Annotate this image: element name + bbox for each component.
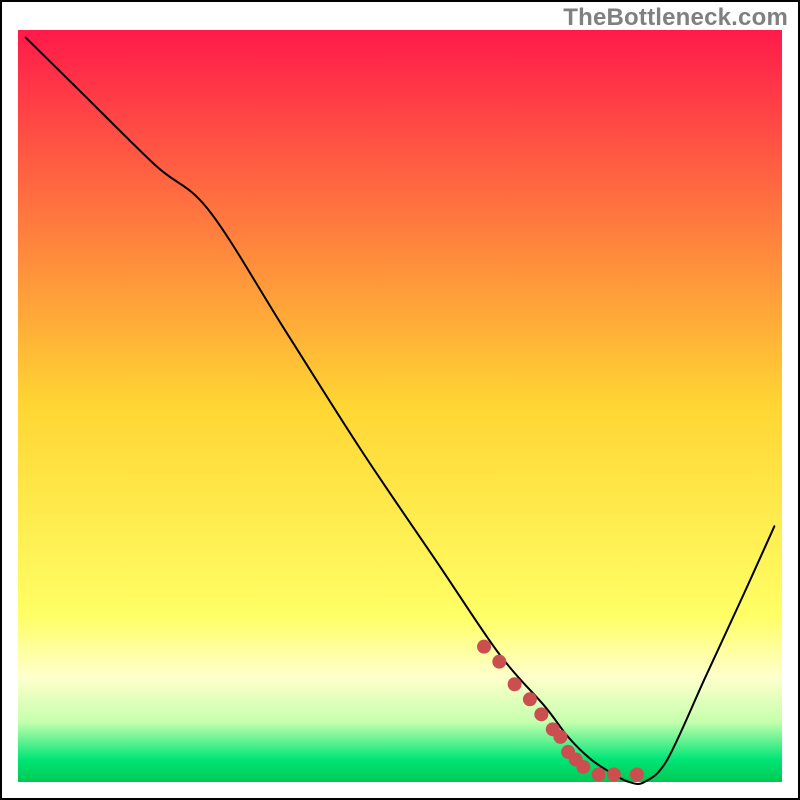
highlight-dot bbox=[477, 640, 491, 654]
highlight-dot bbox=[523, 692, 537, 706]
highlight-dot bbox=[553, 730, 567, 744]
chart-svg bbox=[0, 0, 800, 800]
highlight-dot bbox=[576, 760, 590, 774]
highlight-dot bbox=[630, 767, 644, 781]
highlight-dot bbox=[492, 655, 506, 669]
watermark-text: TheBottleneck.com bbox=[563, 4, 788, 32]
chart-container: TheBottleneck.com bbox=[0, 0, 800, 800]
highlight-dot bbox=[592, 767, 606, 781]
highlight-dot bbox=[508, 677, 522, 691]
highlight-dot bbox=[534, 707, 548, 721]
highlight-dot bbox=[607, 767, 621, 781]
